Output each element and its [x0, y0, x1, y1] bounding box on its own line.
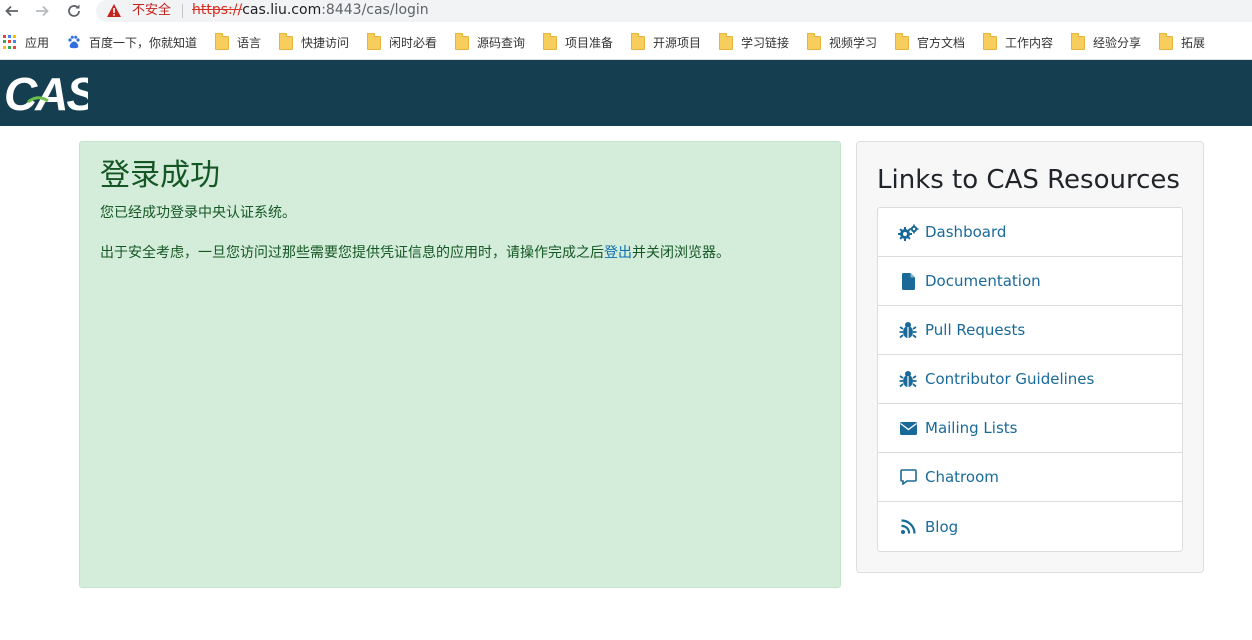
- bookmark-folder[interactable]: 学习链接: [719, 33, 789, 51]
- folder-icon: [719, 33, 733, 50]
- resource-blog[interactable]: Blog: [878, 502, 1182, 551]
- url-text[interactable]: https://cas.liu.com:8443/cas/login: [192, 2, 429, 19]
- bookmark-folder[interactable]: 快捷访问: [279, 33, 349, 51]
- security-notice-text-end: 并关闭浏览器。: [632, 245, 730, 261]
- url-path: :8443/cas/login: [321, 2, 429, 18]
- page-title: 登录成功: [100, 158, 220, 193]
- bookmark-label: 百度一下，你就知道: [89, 35, 198, 50]
- bookmark-label: 开源项目: [653, 35, 702, 50]
- folder-icon: [543, 33, 557, 50]
- resource-link[interactable]: Pull Requests: [925, 321, 1025, 339]
- bookmark-label: 快捷访问: [301, 35, 350, 50]
- folder-icon: [1071, 33, 1085, 50]
- bookmark-label: 学习链接: [741, 35, 790, 50]
- bookmark-apps[interactable]: 应用: [3, 33, 49, 51]
- bookmarks-bar: 应用 百度一下，你就知道 语言 快捷访问 闲时必看 源码查询 项目准备 开源项目…: [0, 24, 1252, 60]
- bug-icon: [897, 370, 919, 388]
- browser-toolbar: 不安全 https://cas.liu.com:8443/cas/login: [0, 0, 1252, 24]
- folder-icon: [215, 33, 229, 50]
- resource-mailing-lists[interactable]: Mailing Lists: [878, 404, 1182, 453]
- logout-link[interactable]: 登出: [604, 245, 632, 261]
- resource-link[interactable]: Dashboard: [925, 223, 1006, 241]
- folder-icon: [895, 33, 909, 50]
- resource-link[interactable]: Blog: [925, 518, 958, 536]
- bookmark-folder[interactable]: 官方文档: [895, 33, 965, 51]
- bookmark-label: 闲时必看: [389, 35, 438, 50]
- resource-link[interactable]: Chatroom: [925, 468, 999, 486]
- forward-button[interactable]: [30, 0, 54, 22]
- folder-icon: [455, 33, 469, 50]
- bookmark-label: 视频学习: [829, 35, 878, 50]
- url-scheme: https://: [192, 2, 243, 18]
- bookmark-folder[interactable]: 语言: [215, 33, 261, 51]
- bookmark-folder[interactable]: 项目准备: [543, 33, 613, 51]
- security-notice: 出于安全考虑，一旦您访问过那些需要您提供凭证信息的应用时，请操作完成之后登出并关…: [100, 244, 730, 262]
- resource-link[interactable]: Contributor Guidelines: [925, 370, 1094, 388]
- resource-contributor-guidelines[interactable]: Contributor Guidelines: [878, 355, 1182, 404]
- bookmark-label: 拓展: [1181, 35, 1206, 50]
- bookmark-folder[interactable]: 经验分享: [1071, 33, 1141, 51]
- url-host: cas.liu.com: [242, 2, 322, 18]
- envelope-icon: [897, 419, 919, 437]
- bookmark-folder[interactable]: 拓展: [1159, 33, 1205, 51]
- omnibox-divider: [182, 4, 183, 18]
- bookmark-folder[interactable]: 工作内容: [983, 33, 1053, 51]
- resource-documentation[interactable]: Documentation: [878, 257, 1182, 306]
- resource-link[interactable]: Mailing Lists: [925, 419, 1017, 437]
- security-status[interactable]: 不安全: [132, 2, 171, 19]
- bookmark-baidu[interactable]: 百度一下，你就知道: [67, 33, 197, 51]
- bookmark-folder[interactable]: 开源项目: [631, 33, 701, 51]
- resource-dashboard[interactable]: Dashboard: [878, 208, 1182, 257]
- cas-logo[interactable]: CAS: [4, 68, 88, 116]
- success-message: 您已经成功登录中央认证系统。: [100, 205, 296, 221]
- folder-icon: [631, 33, 645, 50]
- bookmark-label: 应用: [25, 35, 50, 50]
- cogs-icon: [897, 223, 919, 241]
- cas-header: CAS: [0, 60, 1252, 126]
- resources-list: Dashboard Documentation Pull Requests Co…: [877, 207, 1183, 552]
- bookmark-label: 项目准备: [565, 35, 614, 50]
- bookmark-label: 源码查询: [477, 35, 526, 50]
- folder-icon: [279, 33, 293, 50]
- rss-icon: [897, 518, 919, 536]
- resources-title: Links to CAS Resources: [877, 165, 1180, 195]
- resource-chatroom[interactable]: Chatroom: [878, 453, 1182, 502]
- bookmark-label: 经验分享: [1093, 35, 1142, 50]
- warning-triangle-icon: [107, 4, 121, 17]
- login-success-panel: 登录成功 您已经成功登录中央认证系统。 出于安全考虑，一旦您访问过那些需要您提供…: [79, 141, 841, 588]
- bug-icon: [897, 321, 919, 339]
- security-notice-text: 出于安全考虑，一旦您访问过那些需要您提供凭证信息的应用时，请操作完成之后: [100, 245, 604, 261]
- resources-panel: Links to CAS Resources Dashboard Documen…: [856, 141, 1204, 573]
- folder-icon: [983, 33, 997, 50]
- file-icon: [897, 272, 919, 290]
- arrow-right-icon: [36, 5, 49, 17]
- reload-button[interactable]: [62, 0, 86, 22]
- resource-link[interactable]: Documentation: [925, 272, 1041, 290]
- folder-icon: [1159, 33, 1173, 50]
- baidu-paw-icon: [68, 35, 80, 49]
- bookmark-label: 官方文档: [917, 35, 966, 50]
- address-bar[interactable]: 不安全 https://cas.liu.com:8443/cas/login: [96, 0, 1252, 22]
- svg-text:CAS: CAS: [4, 68, 88, 116]
- bookmark-folder[interactable]: 视频学习: [807, 33, 877, 51]
- apps-grid-icon: [3, 35, 17, 49]
- folder-icon: [807, 33, 821, 50]
- bookmark-label: 工作内容: [1005, 35, 1054, 50]
- arrow-left-icon: [5, 5, 18, 17]
- bookmark-folder[interactable]: 源码查询: [455, 33, 525, 51]
- folder-icon: [367, 33, 381, 50]
- back-button[interactable]: [0, 0, 24, 22]
- comment-icon: [897, 468, 919, 486]
- reload-icon: [68, 4, 80, 17]
- bookmark-folder[interactable]: 闲时必看: [367, 33, 437, 51]
- resource-pull-requests[interactable]: Pull Requests: [878, 306, 1182, 355]
- bookmark-label: 语言: [237, 35, 262, 50]
